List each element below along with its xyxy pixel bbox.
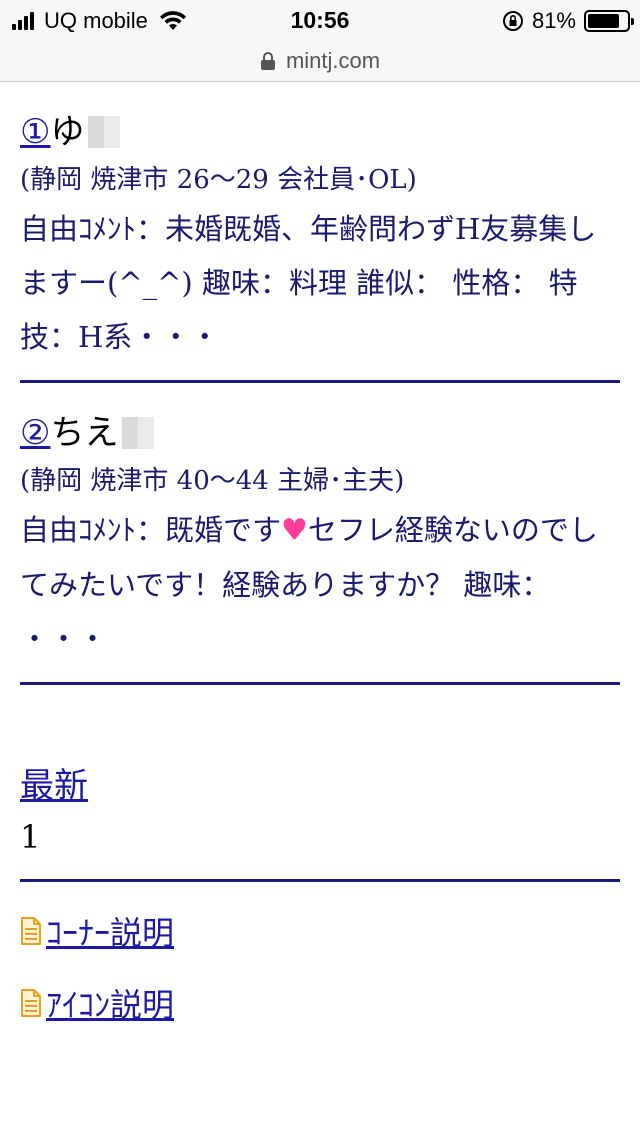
divider — [20, 879, 620, 882]
entry-number-link[interactable]: ① — [20, 110, 50, 154]
heart-icon: ♥ — [281, 513, 308, 548]
icon-info-link[interactable]: ｱｲｺﾝ説明 — [46, 980, 174, 1026]
footer-item-corner: ｺｰﾅｰ説明 — [20, 912, 620, 952]
battery-fill — [588, 14, 619, 28]
corner-info-link[interactable]: ｺｰﾅｰ説明 — [46, 908, 174, 954]
rotation-lock-icon — [502, 11, 523, 31]
pagination: 最新 1 — [20, 763, 620, 882]
entry-2: ② ちえ (静岡 焼津市 40〜44 主婦･主夫) 自由ｺﾒﾝﾄ：既婚です♥セフ… — [20, 383, 620, 685]
entry-comment: 自由ｺﾒﾝﾄ：既婚です♥セフレ経験ないのでしてみたいです！経験ありますか？ 趣味… — [20, 503, 620, 666]
entry-number-link[interactable]: ② — [20, 411, 50, 455]
battery-icon — [584, 10, 634, 32]
page-number: 1 — [20, 818, 41, 856]
entry-header: ② ちえ — [20, 411, 620, 455]
status-bar: UQ mobile 10:56 81% — [0, 0, 640, 40]
latest-link[interactable]: 最新 — [20, 763, 88, 809]
blurred-name-mask — [88, 116, 121, 148]
entry-name: ちえ — [50, 413, 119, 453]
status-right: 81% — [502, 8, 634, 34]
url-domain: mintj.com — [285, 47, 381, 73]
main-content: ① ゆ (静岡 焼津市 26〜29 会社員･OL) 自由ｺﾒﾝﾄ：未婚既婚、年齢… — [0, 82, 640, 1056]
entry-header: ① ゆ — [20, 110, 620, 154]
padlock-icon — [260, 51, 275, 70]
comment-text-before: 自由ｺﾒﾝﾄ：既婚です — [20, 513, 282, 547]
document-icon — [21, 989, 41, 1017]
entry-comment: 自由ｺﾒﾝﾄ：未婚既婚、年齢問わずH友募集しますー(^_^) 趣味：料理 誰似：… — [20, 212, 597, 354]
document-icon — [21, 917, 41, 945]
divider — [20, 682, 620, 685]
entry-location: (静岡 焼津市 40〜44 主婦･主夫) — [20, 466, 405, 496]
blurred-name-mask — [122, 417, 155, 449]
entry-1: ① ゆ (静岡 焼津市 26〜29 会社員･OL) 自由ｺﾒﾝﾄ：未婚既婚、年齢… — [20, 82, 620, 383]
footer-item-icon: ｱｲｺﾝ説明 — [20, 984, 620, 1024]
entry-name: ゆ — [50, 112, 85, 152]
battery-percent: 81% — [531, 8, 576, 33]
url-bar[interactable]: mintj.com — [0, 40, 640, 82]
entry-location: (静岡 焼津市 26〜29 会社員･OL) — [20, 165, 417, 195]
footer-links: ｺｰﾅｰ説明 ｱｲｺﾝ説明 — [20, 912, 620, 1024]
